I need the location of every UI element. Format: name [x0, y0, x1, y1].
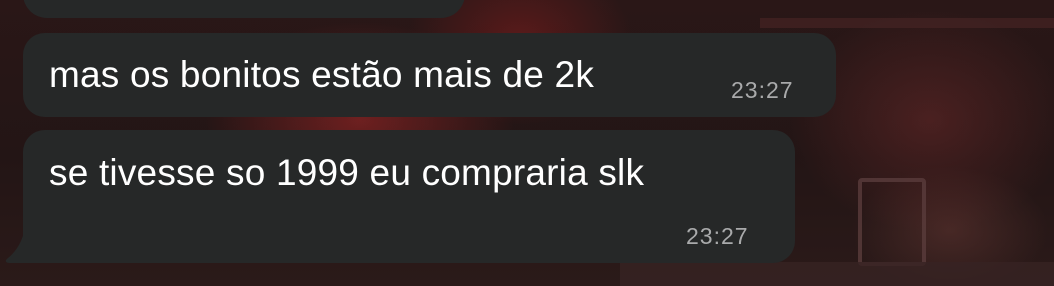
message-bubble[interactable]: mas os bonitos estão mais de 2k 23:27	[23, 33, 836, 117]
message-bubble[interactable]: se tivesse so 1999 eu compraria slk 23:2…	[23, 130, 795, 263]
message-timestamp: 23:27	[731, 77, 794, 103]
message-timestamp: 23:27	[686, 223, 749, 249]
message-list: mas os bonitos estão mais de 2k 23:27 se…	[0, 0, 1054, 286]
message-text: se tivesse so 1999 eu compraria slk	[49, 152, 645, 193]
message-text: mas os bonitos estão mais de 2k	[49, 54, 595, 95]
previous-message-bubble[interactable]	[23, 0, 465, 18]
